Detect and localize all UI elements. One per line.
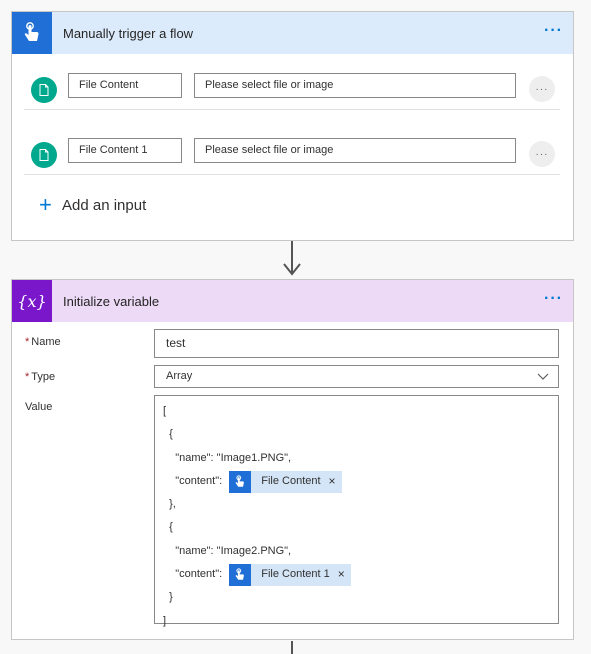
more-options-icon[interactable]: ··· <box>544 23 563 39</box>
token-label: File Content 1 <box>261 568 330 581</box>
name-label: * Name <box>25 336 61 348</box>
code-line: { <box>163 521 173 534</box>
code-line: } <box>163 591 173 604</box>
connector-line <box>291 641 293 654</box>
more-options-icon[interactable]: ··· <box>544 291 563 307</box>
trigger-header[interactable]: Manually trigger a flow ··· <box>12 12 573 54</box>
chevron-down-icon <box>537 373 549 380</box>
divider <box>24 109 560 110</box>
code-text: "content": <box>163 474 226 487</box>
required-mark: * <box>25 371 30 383</box>
type-label: * Type <box>25 371 56 383</box>
code-line: }, <box>163 498 176 511</box>
manual-trigger-card: Manually trigger a flow ··· File Content… <box>11 11 574 241</box>
input-more-button[interactable]: ··· <box>529 141 555 167</box>
input-name-field[interactable]: File Content <box>68 73 182 98</box>
input-description-field[interactable]: Please select file or image <box>194 138 516 163</box>
code-line: "content": File Content × <box>163 470 550 493</box>
dynamic-content-token[interactable]: File Content 1 × <box>229 563 351 586</box>
code-line: ] <box>163 614 167 627</box>
hand-touch-icon <box>229 470 252 493</box>
code-line: "name": "Image1.PNG", <box>163 451 292 464</box>
initialize-variable-card: {x} Initialize variable ··· * Name test *… <box>11 279 574 640</box>
hand-touch-icon <box>12 12 52 54</box>
code-line: "content": File Content 1 × <box>163 563 550 586</box>
remove-token-icon[interactable]: × <box>338 563 351 586</box>
add-input-button[interactable]: + Add an input <box>39 192 147 217</box>
variable-braces-icon: {x} <box>12 280 52 322</box>
code-line: "name": "Image2.PNG", <box>163 544 292 557</box>
variable-title: Initialize variable <box>63 293 160 309</box>
code-line: { <box>163 428 173 441</box>
arrow-down-icon <box>283 263 301 276</box>
document-icon <box>31 77 57 103</box>
document-icon <box>31 142 57 168</box>
code-text: "content": <box>163 568 226 581</box>
variable-value-editor[interactable]: [ { "name": "Image1.PNG", "content": Fil… <box>154 395 559 627</box>
input-more-button[interactable]: ··· <box>529 76 555 102</box>
variable-header[interactable]: {x} Initialize variable ··· <box>12 280 573 322</box>
type-selected-value: Array <box>166 370 193 382</box>
trigger-input-row: File Content 1 Please select file or ima… <box>12 129 575 185</box>
remove-token-icon[interactable]: × <box>329 470 342 493</box>
required-mark: * <box>25 336 30 348</box>
variable-name-input[interactable]: test <box>154 329 559 358</box>
trigger-title: Manually trigger a flow <box>63 25 194 41</box>
divider <box>24 174 560 175</box>
add-input-label: Add an input <box>62 196 147 214</box>
code-line: [ <box>163 405 167 417</box>
plus-icon: + <box>39 192 52 217</box>
input-name-field[interactable]: File Content 1 <box>68 138 182 163</box>
input-description-field[interactable]: Please select file or image <box>194 73 516 98</box>
hand-touch-icon <box>229 563 252 586</box>
variable-type-select[interactable]: Array <box>154 365 559 388</box>
trigger-input-row: File Content Please select file or image… <box>12 64 575 120</box>
value-label: Value <box>25 401 53 413</box>
dynamic-content-token[interactable]: File Content × <box>229 470 342 493</box>
token-label: File Content <box>261 474 321 487</box>
